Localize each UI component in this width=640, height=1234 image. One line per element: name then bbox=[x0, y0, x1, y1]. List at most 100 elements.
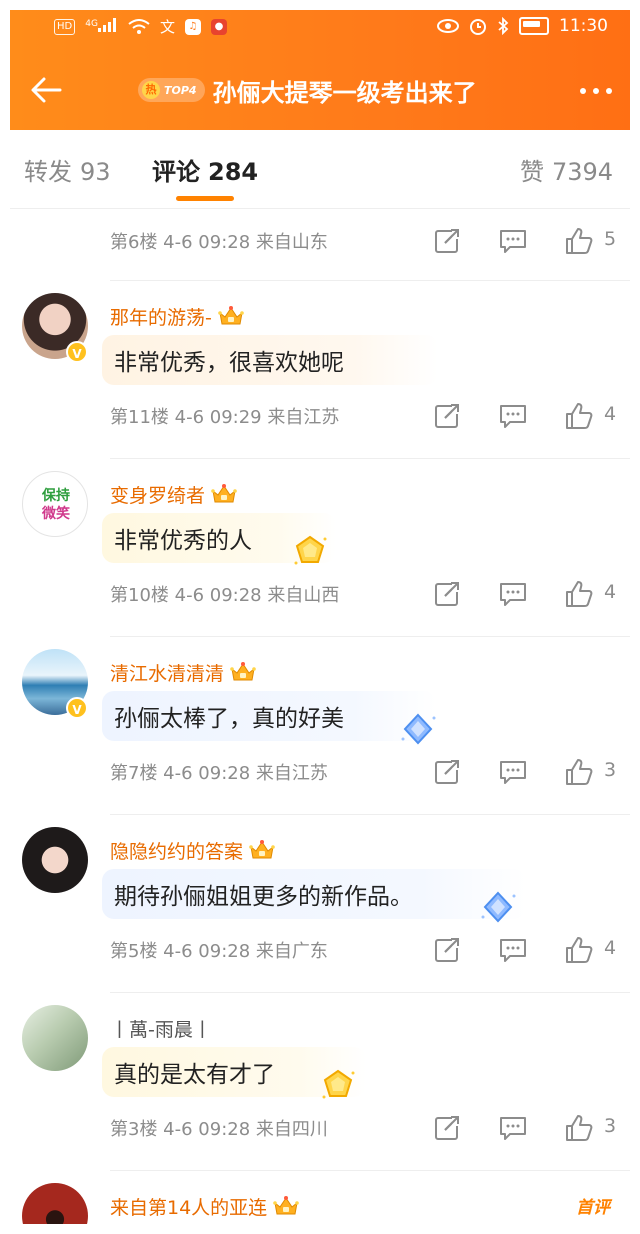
share-icon[interactable] bbox=[432, 579, 462, 609]
tab-comments-count: 284 bbox=[208, 158, 259, 186]
like-icon[interactable] bbox=[564, 935, 594, 965]
comment-actions-row: 第10楼 4-6 09:28 来自山西 4 bbox=[110, 569, 630, 619]
comment-meta: 第10楼 4-6 09:28 来自山西 bbox=[110, 585, 340, 606]
weibo-comments-screen: HD 4G 文 ♫ ● 11:30 热 TOP4 孙俪大提琴一级考出来了 转发 … bbox=[10, 10, 630, 1224]
tab-reposts[interactable]: 转发 93 bbox=[24, 152, 111, 187]
battery-icon bbox=[519, 17, 549, 35]
tab-bar: 转发 93 评论 284 赞 7394 bbox=[10, 130, 630, 209]
comment-meta: 第5楼 4-6 09:28 来自广东 bbox=[110, 941, 328, 962]
comment-text: 期待孙俪姐姐更多的新作品。 bbox=[102, 869, 526, 919]
hot-rank-badge: 热 TOP4 bbox=[138, 78, 205, 102]
comment-meta: 第3楼 4-6 09:28 来自四川 bbox=[110, 1119, 328, 1140]
more-options-icon[interactable] bbox=[576, 76, 616, 106]
comment-actions-row: 第5楼 4-6 09:28 来自广东 4 bbox=[110, 925, 630, 975]
page-title-group: 热 TOP4 孙俪大提琴一级考出来了 bbox=[138, 70, 477, 110]
page-title: 孙俪大提琴一级考出来了 bbox=[212, 78, 477, 107]
crown-icon bbox=[211, 483, 237, 505]
username-text: 丨萬-雨晨丨 bbox=[110, 1019, 212, 1041]
comment-username[interactable]: 隐隐约约的答案 bbox=[110, 837, 275, 864]
status-bar: HD 4G 文 ♫ ● 11:30 bbox=[10, 10, 630, 44]
comment-text-content: 非常优秀，很喜欢她呢 bbox=[114, 350, 344, 376]
comment-actions-row: 第6楼 4-6 09:28 来自山东 5 bbox=[110, 216, 630, 266]
diamond-icon bbox=[478, 887, 518, 927]
active-tab-indicator bbox=[176, 196, 234, 201]
comment-text-content: 孙俪太棒了，真的好美 bbox=[114, 706, 344, 732]
comment-username[interactable]: 变身罗绮者 bbox=[110, 481, 237, 508]
avatar[interactable] bbox=[22, 827, 88, 893]
like-icon[interactable] bbox=[564, 1113, 594, 1143]
comment-username[interactable]: 清江水清清清 bbox=[110, 659, 256, 686]
comment-text-content: 期待孙俪姐姐更多的新作品。 bbox=[114, 884, 413, 910]
like-icon[interactable] bbox=[564, 401, 594, 431]
avatar[interactable]: 保持 微笑 bbox=[22, 471, 88, 537]
comment-actions-row: 第11楼 4-6 09:29 来自江苏 4 bbox=[110, 391, 630, 441]
like-icon[interactable] bbox=[564, 579, 594, 609]
crown-icon bbox=[249, 839, 275, 861]
comment-meta: 第6楼 4-6 09:28 来自山东 bbox=[110, 232, 328, 253]
tab-reposts-label: 转发 bbox=[24, 158, 72, 186]
share-icon[interactable] bbox=[432, 401, 462, 431]
eye-icon bbox=[437, 19, 459, 33]
gold-medal-icon bbox=[290, 531, 330, 571]
music-app-icon: ♫ bbox=[184, 18, 201, 35]
tab-comments[interactable]: 评论 284 bbox=[152, 152, 258, 187]
hd-indicator: HD bbox=[54, 18, 76, 35]
reply-icon[interactable] bbox=[498, 401, 528, 431]
tab-reposts-count: 93 bbox=[80, 158, 111, 186]
hot-rank: TOP4 bbox=[164, 83, 197, 97]
comment-item: 保持 微笑 变身罗绮者 非常优秀的人 第10楼 4-6 09:28 来自山西 4 bbox=[10, 459, 630, 636]
like-icon[interactable] bbox=[564, 226, 594, 256]
like-count: 3 bbox=[604, 1115, 617, 1137]
comment-username[interactable]: 丨萬-雨晨丨 bbox=[110, 1015, 212, 1042]
tab-likes-count: 7394 bbox=[552, 158, 614, 186]
comment-meta: 第11楼 4-6 09:29 来自江苏 bbox=[110, 407, 340, 428]
avatar[interactable] bbox=[22, 1183, 88, 1224]
username-text: 来自第14人的亚连 bbox=[110, 1197, 268, 1219]
reply-icon[interactable] bbox=[498, 579, 528, 609]
reply-icon[interactable] bbox=[498, 935, 528, 965]
clock: 11:30 bbox=[559, 16, 608, 36]
notification-app-icon: ● bbox=[210, 18, 227, 35]
comment-item: V 那年的游荡- 非常优秀，很喜欢她呢 第11楼 4-6 09:29 来自江苏 … bbox=[10, 281, 630, 458]
share-icon[interactable] bbox=[432, 226, 462, 256]
comment-username[interactable]: 来自第14人的亚连 bbox=[110, 1193, 299, 1220]
comment-item: 来自第14人的亚连 首评 bbox=[10, 1171, 630, 1224]
tab-likes-label: 赞 bbox=[520, 158, 544, 186]
sim-icon: 文 bbox=[159, 18, 175, 36]
avatar[interactable] bbox=[22, 1005, 88, 1071]
avatar-text: 微笑 bbox=[42, 506, 70, 522]
tab-comments-label: 评论 bbox=[152, 158, 200, 186]
username-text: 那年的游荡- bbox=[110, 307, 212, 329]
comment-item: 丨萬-雨晨丨 真的是太有才了 第3楼 4-6 09:28 来自四川 3 bbox=[10, 993, 630, 1170]
like-icon[interactable] bbox=[564, 757, 594, 787]
comment-username[interactable]: 那年的游荡- bbox=[110, 303, 244, 330]
back-arrow-icon[interactable] bbox=[26, 70, 66, 110]
username-text: 隐隐约约的答案 bbox=[110, 841, 244, 863]
crown-icon bbox=[230, 661, 256, 683]
diamond-icon bbox=[398, 709, 438, 749]
username-text: 清江水清清清 bbox=[110, 663, 225, 685]
share-icon[interactable] bbox=[432, 757, 462, 787]
verified-badge-icon: V bbox=[66, 341, 88, 363]
crown-icon bbox=[273, 1195, 299, 1217]
first-comment-tag: 首评 bbox=[576, 1198, 610, 1218]
comment-item: 隐隐约约的答案 期待孙俪姐姐更多的新作品。 第5楼 4-6 09:28 来自广东… bbox=[10, 815, 630, 992]
like-count: 3 bbox=[604, 759, 617, 781]
comment-actions-row: 第7楼 4-6 09:28 来自江苏 3 bbox=[110, 747, 630, 797]
comment-text-content: 非常优秀的人 bbox=[114, 528, 252, 554]
gold-medal-icon bbox=[318, 1065, 358, 1105]
like-count: 4 bbox=[604, 581, 617, 603]
reply-icon[interactable] bbox=[498, 1113, 528, 1143]
bluetooth-icon bbox=[498, 17, 509, 35]
hot-char: 热 bbox=[142, 81, 160, 99]
share-icon[interactable] bbox=[432, 935, 462, 965]
wifi-icon bbox=[128, 18, 150, 34]
reply-icon[interactable] bbox=[498, 226, 528, 256]
tab-likes[interactable]: 赞 7394 bbox=[520, 152, 613, 187]
like-count: 5 bbox=[604, 228, 617, 250]
signal-icon: 4G bbox=[85, 18, 118, 35]
share-icon[interactable] bbox=[432, 1113, 462, 1143]
avatar-text: 保持 bbox=[42, 488, 70, 504]
reply-icon[interactable] bbox=[498, 757, 528, 787]
verified-badge-icon: V bbox=[66, 697, 88, 719]
